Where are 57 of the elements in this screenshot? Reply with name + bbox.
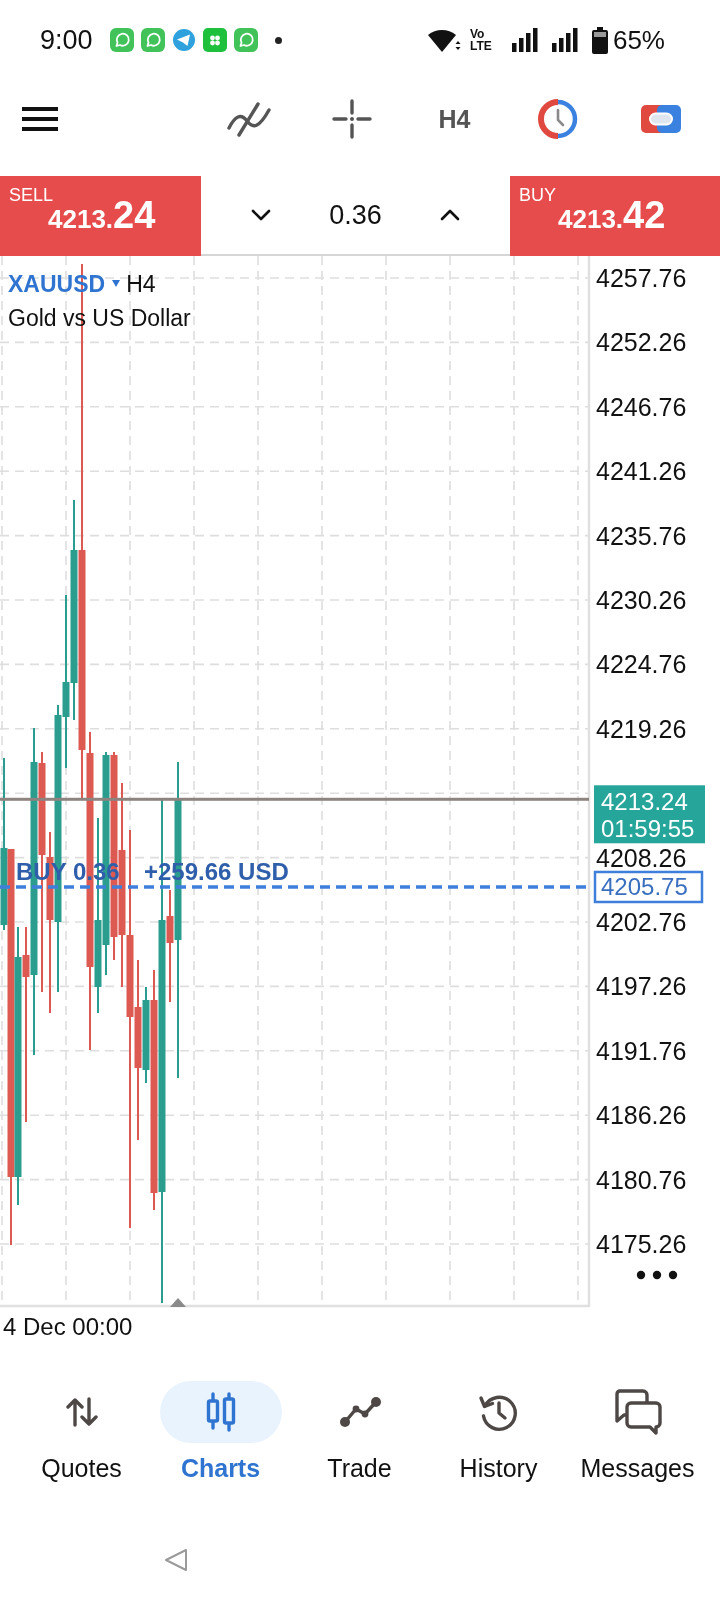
paper-plane-icon: [171, 28, 196, 52]
price-label: 4197.26: [596, 972, 687, 1001]
toggle-icon[interactable]: [640, 105, 681, 133]
buy-button[interactable]: BUY 4213.42: [510, 176, 720, 256]
arrows-icon: [65, 1397, 98, 1427]
price-label: 4191.76: [596, 1036, 687, 1065]
price-label: 4252.26: [596, 328, 687, 357]
price-label: 4175.26: [596, 1230, 687, 1258]
crosshair-icon[interactable]: [331, 99, 372, 139]
chat-icon: [612, 1389, 663, 1435]
nav-tab[interactable]: History: [429, 1381, 568, 1481]
current-price: 4213.24: [601, 787, 688, 815]
marker-icon: [170, 1298, 186, 1307]
menu-icon[interactable]: [22, 107, 58, 131]
sell-button[interactable]: SELL 4213.24: [0, 176, 201, 256]
price-label: 4202.76: [596, 908, 687, 936]
notification-dot-icon: [274, 36, 282, 44]
chevron-down-icon[interactable]: [251, 209, 271, 221]
speech-bubble-icon: [109, 28, 134, 52]
caret-icon: [112, 280, 121, 287]
back-icon[interactable]: [164, 1548, 188, 1572]
clock-icon[interactable]: [537, 99, 578, 139]
clover-icon: [202, 28, 227, 52]
status-time: 9:00: [40, 24, 93, 56]
chevron-up-icon[interactable]: [440, 209, 460, 221]
price-label: 4241.26: [596, 457, 687, 486]
wave-icon[interactable]: [226, 101, 271, 137]
volume-field[interactable]: 0.36: [329, 199, 382, 231]
speech-bubble-icon: [233, 28, 258, 52]
price-label: 4257.76: [596, 264, 687, 292]
price-label: 4180.76: [596, 1165, 687, 1194]
battery-percent: 65%: [612, 25, 665, 55]
nav-tab[interactable]: Trade: [290, 1381, 429, 1481]
time-label: 4 Dec 00:00: [3, 1313, 133, 1341]
nav-tab[interactable]: Quotes: [12, 1381, 151, 1481]
price-label: 4208.26: [596, 843, 687, 872]
network-type-label: Vo LTE: [469, 28, 493, 52]
line-chart-icon: [338, 1396, 381, 1428]
signal-icon: [551, 28, 578, 52]
chart-timeframe: H4: [126, 269, 156, 298]
price-label: 4224.76: [596, 650, 687, 679]
speech-bubble-icon: [140, 28, 165, 52]
position-price: 4205.75: [601, 873, 688, 901]
nav-tab[interactable]: Messages: [568, 1381, 707, 1481]
price-label: 4219.26: [596, 714, 687, 743]
more-icon[interactable]: [636, 1270, 678, 1280]
wifi-icon: [426, 27, 461, 53]
position-line[interactable]: [0, 885, 589, 889]
price-label: 4186.26: [596, 1101, 687, 1130]
price-label: 4246.76: [596, 392, 687, 421]
countdown-timer: 01:59:55: [601, 814, 695, 842]
timeframe-button[interactable]: H4: [438, 104, 471, 134]
candlestick-icon: [204, 1392, 237, 1432]
signal-icon: [511, 28, 538, 52]
battery-icon: [591, 26, 608, 54]
price-label: 4235.76: [596, 521, 687, 550]
price-label: 4230.26: [596, 586, 687, 614]
